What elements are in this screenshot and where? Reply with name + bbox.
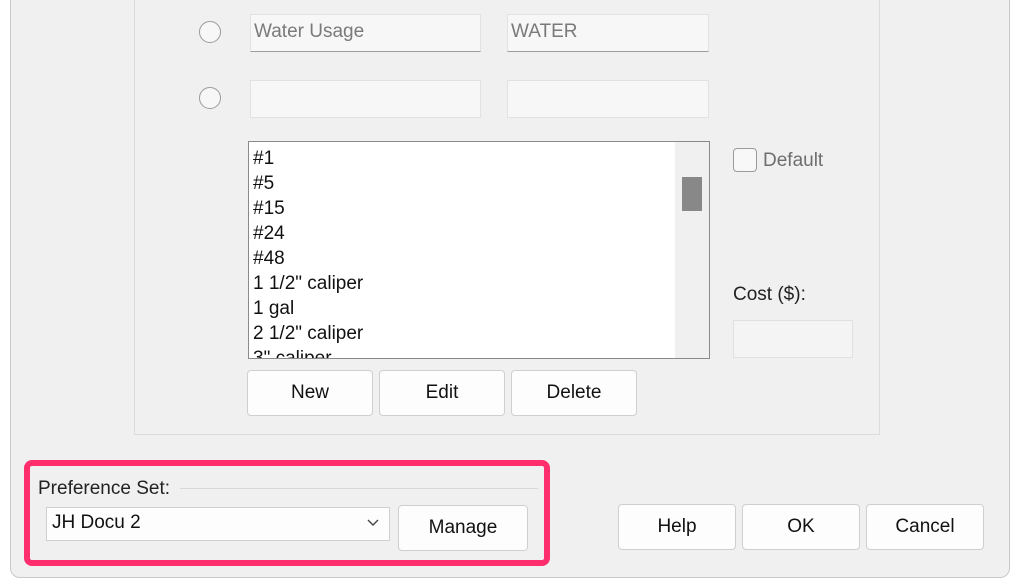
name-field-2[interactable]	[250, 80, 481, 118]
code-field-1[interactable]: WATER	[507, 14, 709, 52]
list-item[interactable]: #24	[253, 221, 363, 246]
name-field-1[interactable]: Water Usage	[250, 14, 481, 52]
cost-label: Cost ($):	[733, 284, 806, 305]
radio-empty-row[interactable]	[199, 87, 221, 109]
list-item[interactable]: 2 1/2" caliper	[253, 321, 363, 346]
list-item[interactable]: 1 gal	[253, 296, 363, 321]
edit-button[interactable]: Edit	[379, 370, 505, 416]
default-label: Default	[763, 150, 824, 171]
code-field-2[interactable]	[507, 80, 709, 118]
list-item[interactable]: 3" caliper	[253, 346, 363, 358]
ok-button[interactable]: OK	[742, 504, 860, 550]
list-scrollbar[interactable]	[675, 142, 709, 358]
cost-input[interactable]	[733, 320, 853, 358]
list-item[interactable]: #5	[253, 171, 363, 196]
default-checkbox[interactable]	[733, 148, 757, 172]
new-button[interactable]: New	[247, 370, 373, 416]
list-item[interactable]: 1 1/2" caliper	[253, 271, 363, 296]
list-item[interactable]: #1	[253, 146, 363, 171]
list-items: #1 #5 #15 #24 #48 1 1/2" caliper 1 gal 2…	[253, 146, 363, 358]
list-item[interactable]: #15	[253, 196, 363, 221]
size-listbox[interactable]: #1 #5 #15 #24 #48 1 1/2" caliper 1 gal 2…	[248, 141, 710, 359]
radio-water-usage[interactable]	[199, 21, 221, 43]
highlight-box	[24, 460, 550, 566]
list-item[interactable]: #48	[253, 246, 363, 271]
delete-button[interactable]: Delete	[511, 370, 637, 416]
help-button[interactable]: Help	[618, 504, 736, 550]
cancel-button[interactable]: Cancel	[866, 504, 984, 550]
scrollbar-thumb[interactable]	[682, 177, 702, 211]
